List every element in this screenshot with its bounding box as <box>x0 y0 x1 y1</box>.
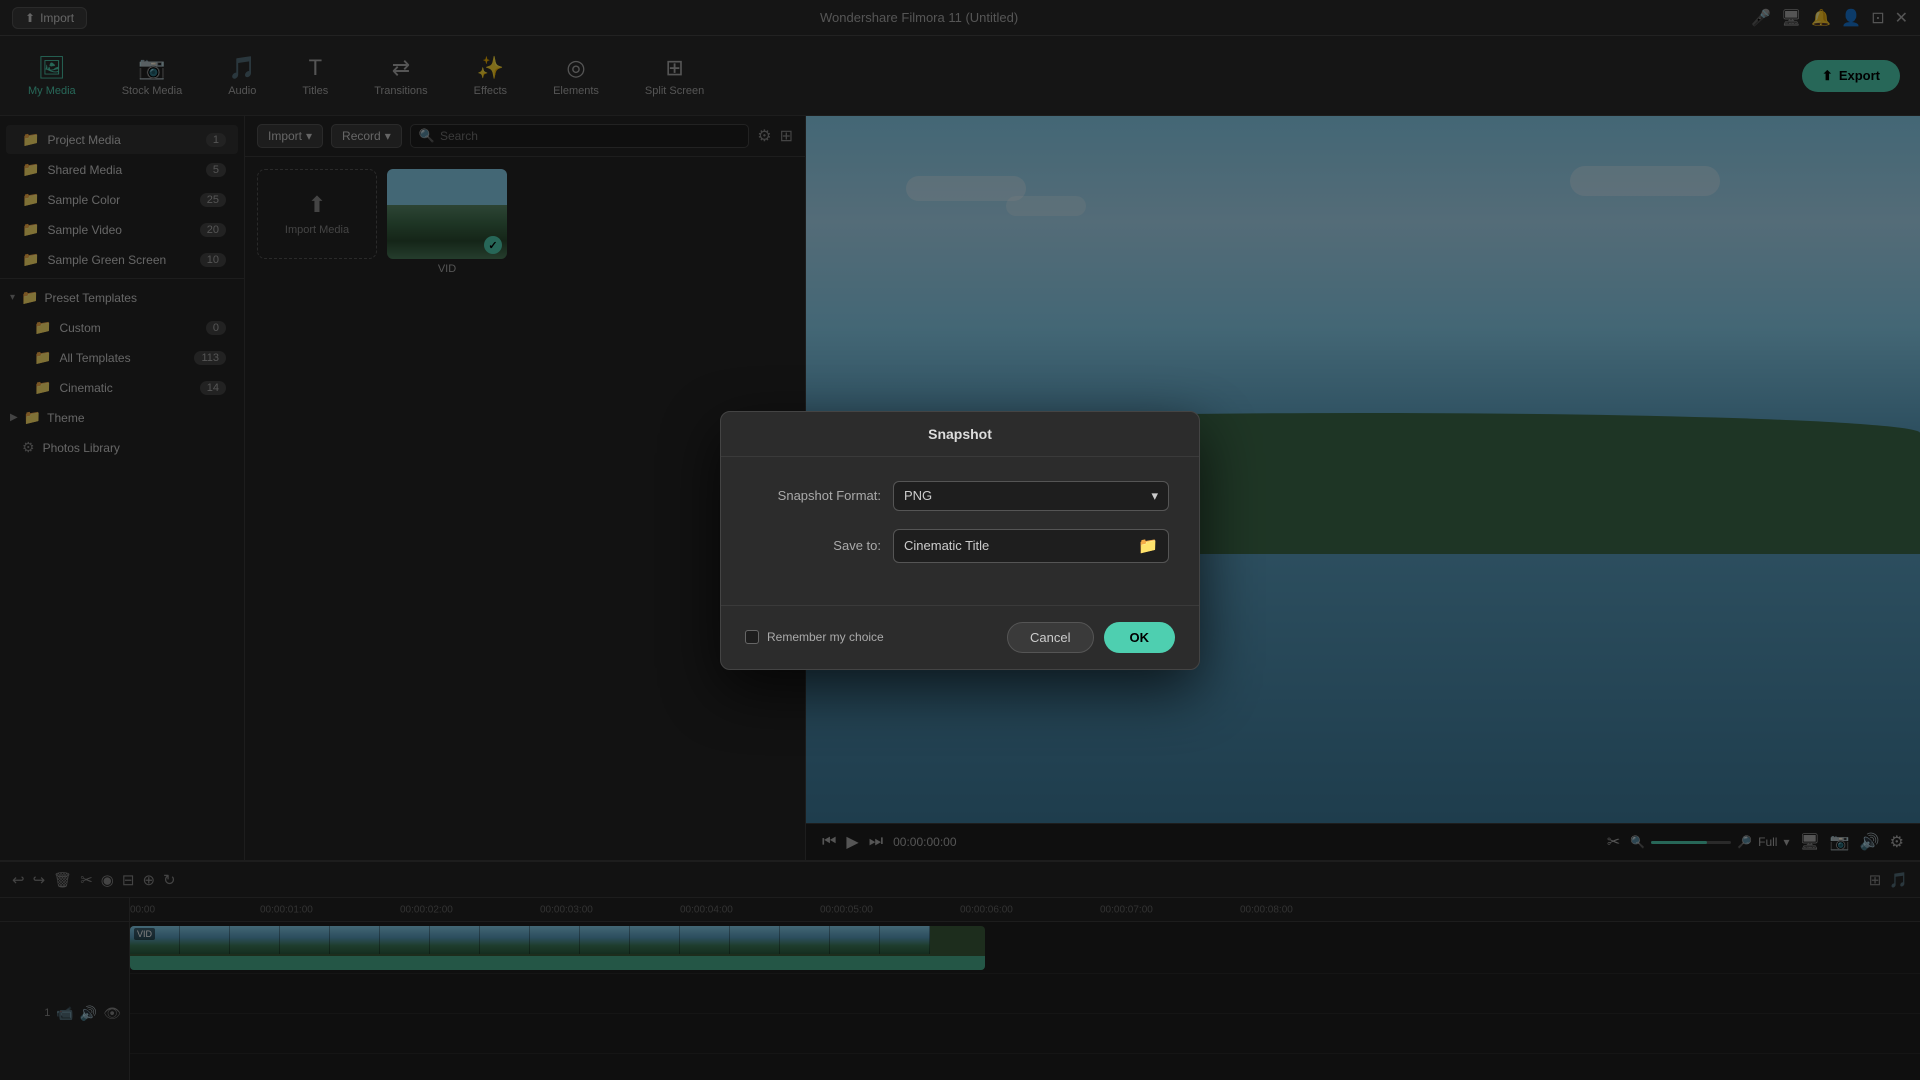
checkbox[interactable] <box>745 630 759 644</box>
snapshot-dialog: Snapshot Snapshot Format: PNG ▾ Save to:… <box>720 411 1200 670</box>
dialog-title: Snapshot <box>928 426 992 442</box>
remember-choice-checkbox[interactable]: Remember my choice <box>745 630 884 644</box>
save-to-path[interactable]: Cinematic Title 📁 <box>893 529 1169 563</box>
format-select[interactable]: PNG ▾ <box>893 481 1169 511</box>
format-label: Snapshot Format: <box>751 488 881 503</box>
ok-button[interactable]: OK <box>1104 622 1176 653</box>
folder-browse-icon[interactable]: 📁 <box>1138 536 1158 556</box>
dialog-overlay: Snapshot Snapshot Format: PNG ▾ Save to:… <box>0 0 1920 1080</box>
save-to-row: Save to: Cinematic Title 📁 <box>751 529 1169 563</box>
save-to-value: Cinematic Title <box>904 538 989 553</box>
save-to-label: Save to: <box>751 538 881 553</box>
cancel-button[interactable]: Cancel <box>1007 622 1093 653</box>
format-row: Snapshot Format: PNG ▾ <box>751 481 1169 511</box>
dialog-footer-buttons: Cancel OK <box>1007 622 1175 653</box>
remember-label: Remember my choice <box>767 630 884 644</box>
dialog-footer: Remember my choice Cancel OK <box>721 605 1199 669</box>
dialog-title-bar: Snapshot <box>721 412 1199 457</box>
select-arrow-icon: ▾ <box>1151 488 1158 504</box>
format-value: PNG <box>904 488 932 503</box>
dialog-body: Snapshot Format: PNG ▾ Save to: Cinemati… <box>721 457 1199 605</box>
